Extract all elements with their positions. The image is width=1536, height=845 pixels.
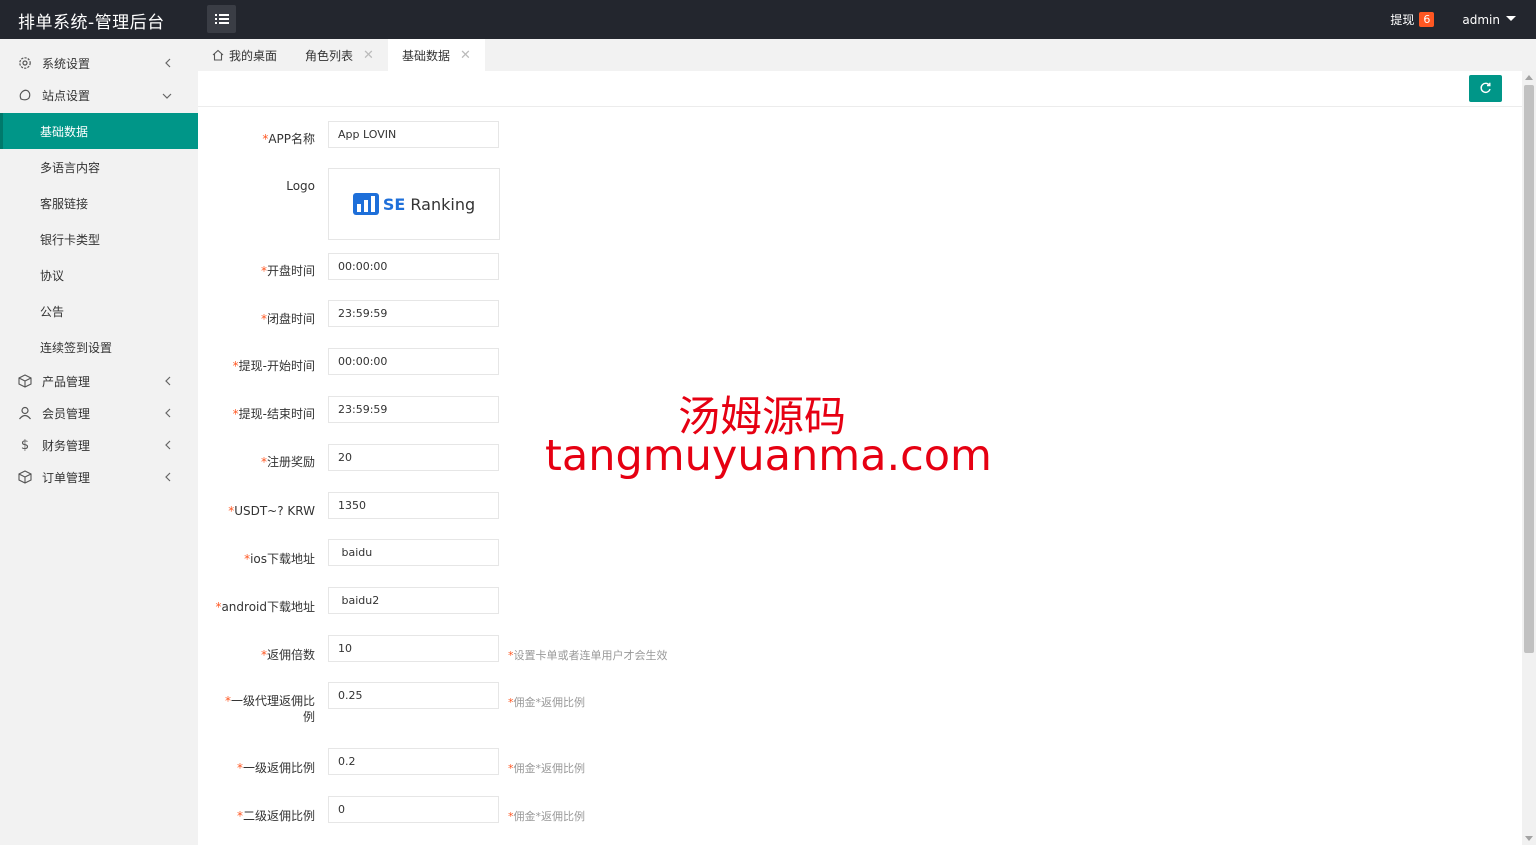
chevron-left-icon (164, 375, 172, 389)
close-time-input[interactable] (328, 300, 499, 327)
bar-chart-logo-icon (352, 193, 379, 215)
l1-rate-input[interactable] (328, 748, 499, 775)
tab-desktop[interactable]: 我的桌面 (198, 39, 291, 71)
register-reward-label: *注册奖励 (260, 455, 315, 469)
scroll-up-icon[interactable] (1525, 75, 1533, 80)
menu-toggle-button[interactable] (207, 5, 236, 33)
android-url-input[interactable] (328, 587, 499, 614)
ios-url-input[interactable] (328, 539, 499, 566)
open-time-label: *开盘时间 (260, 264, 315, 278)
withdraw-end-input[interactable] (328, 396, 499, 423)
sidebar-item-finance[interactable]: $ 财务管理 (0, 429, 198, 461)
tab-label: 基础数据 (401, 48, 450, 63)
top-header: 排单系统-管理后台 提现 6 admin (0, 0, 1536, 39)
sidebar-subitem-basic-data[interactable]: 基础数据 (0, 113, 198, 149)
sidebar-item-label: 系统设置 (42, 56, 91, 71)
content-toolbar (198, 71, 1522, 107)
usdt-krw-label: *USDT~? KRW (228, 504, 315, 518)
register-reward-input[interactable] (328, 444, 499, 471)
gear-icon (18, 56, 32, 70)
sidebar-item-members[interactable]: 会员管理 (0, 397, 198, 429)
withdraw-count-badge: 6 (1419, 12, 1435, 27)
user-menu[interactable]: admin (1462, 13, 1516, 27)
rebate-multiple-label: *返佣倍数 (260, 648, 315, 662)
scroll-thumb[interactable] (1524, 85, 1534, 653)
refresh-button[interactable] (1469, 75, 1502, 102)
logo-upload[interactable]: SE Ranking (328, 168, 500, 240)
username: admin (1462, 12, 1500, 27)
chevron-left-icon (164, 57, 172, 71)
tab-label: 角色列表 (305, 48, 354, 63)
sidebar-item-site-settings[interactable]: 站点设置 (0, 79, 198, 111)
sidebar: 系统设置 站点设置 基础数据 多语言内容 客服链接 银行卡类型 协议 公告 连续… (0, 39, 198, 845)
sidebar-item-label: 会员管理 (42, 406, 91, 421)
l1-agent-rate-hint: *佣金*返佣比例 (508, 696, 585, 709)
sidebar-item-orders[interactable]: 订单管理 (0, 461, 198, 493)
chevron-left-icon (164, 407, 172, 421)
sidebar-item-label: 订单管理 (42, 470, 91, 485)
cube-icon (18, 470, 32, 484)
l2-rate-input[interactable] (328, 796, 499, 823)
sidebar-item-products[interactable]: 产品管理 (0, 365, 198, 397)
l2-rate-hint: *佣金*返佣比例 (508, 810, 585, 823)
user-icon (18, 406, 32, 420)
l1-agent-rate-input[interactable] (328, 682, 499, 709)
sidebar-subitem-checkin[interactable]: 连续签到设置 (0, 329, 198, 365)
l1-rate-label: *一级返佣比例 (236, 761, 315, 775)
sidebar-subitem-service-link[interactable]: 客服链接 (0, 185, 198, 221)
dollar-icon: $ (20, 438, 30, 453)
l1-rate-hint: *佣金*返佣比例 (508, 762, 585, 775)
content-scrollbar[interactable] (1522, 71, 1536, 845)
open-time-input[interactable] (328, 253, 499, 280)
sidebar-subitem-agreement[interactable]: 协议 (0, 257, 198, 293)
app-name-input[interactable] (328, 121, 499, 148)
sidebar-subitem-notice[interactable]: 公告 (0, 293, 198, 329)
withdraw-label: 提现 (1390, 13, 1415, 27)
sidebar-item-label: 站点设置 (42, 88, 91, 103)
app-name-label: *APP名称 (262, 132, 315, 146)
sidebar-subitem-bank-card-type[interactable]: 银行卡类型 (0, 221, 198, 257)
chevron-down-icon (162, 89, 172, 103)
rebate-multiple-hint: *设置卡单或者连单用户才会生效 (508, 649, 668, 662)
tab-label: 我的桌面 (229, 48, 278, 63)
withdraw-end-label: *提现-结束时间 (232, 407, 315, 421)
caret-down-icon (1506, 16, 1516, 21)
logo-label: Logo (286, 179, 315, 193)
close-icon[interactable]: ✕ (363, 48, 374, 63)
close-icon[interactable]: ✕ (460, 48, 471, 63)
tab-role-list[interactable]: 角色列表 ✕ (291, 39, 388, 71)
site-icon (18, 88, 32, 102)
chevron-left-icon (164, 439, 172, 453)
close-time-label: *闭盘时间 (260, 312, 315, 326)
sidebar-item-label: 财务管理 (42, 438, 91, 453)
cube-icon (18, 374, 32, 388)
sidebar-item-system-settings[interactable]: 系统设置 (0, 47, 198, 79)
scroll-down-icon[interactable] (1525, 836, 1533, 841)
watermark-url: tangmuyuanma.com (545, 431, 992, 481)
app-title: 排单系统-管理后台 (18, 13, 165, 33)
android-url-label: *android下载地址 (215, 600, 315, 614)
sidebar-item-label: 产品管理 (42, 374, 91, 389)
logo-brand: SE Ranking (382, 194, 476, 214)
withdraw-start-input[interactable] (328, 348, 499, 375)
list-icon (214, 14, 229, 24)
usdt-krw-input[interactable] (328, 492, 499, 519)
ios-url-label: *ios下载地址 (244, 552, 315, 566)
rebate-multiple-input[interactable] (328, 635, 499, 662)
home-icon (212, 49, 224, 61)
withdraw-start-label: *提现-开始时间 (232, 359, 315, 373)
withdraw-notice[interactable]: 提现 6 (1390, 11, 1435, 28)
tab-bar: 我的桌面 角色列表 ✕ 基础数据 ✕ (198, 39, 1536, 71)
l1-agent-rate-label: *一级代理返佣比例 (224, 694, 315, 724)
sidebar-subitem-multilang[interactable]: 多语言内容 (0, 149, 198, 185)
chevron-left-icon (164, 471, 172, 485)
l2-rate-label: *二级返佣比例 (236, 809, 315, 823)
tab-basic-data[interactable]: 基础数据 ✕ (387, 39, 485, 71)
refresh-icon (1480, 82, 1491, 93)
